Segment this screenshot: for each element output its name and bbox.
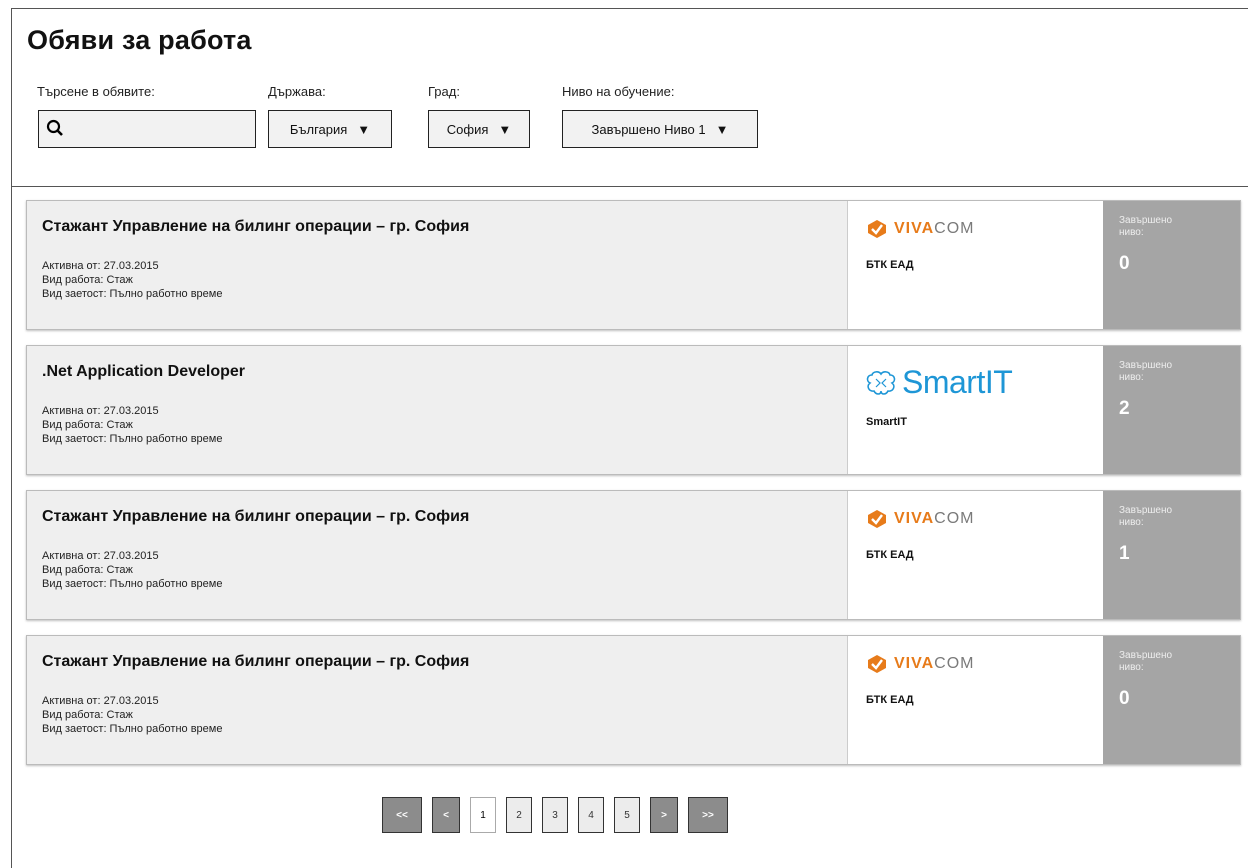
job-card[interactable]: Стажант Управление на билинг операции – … bbox=[26, 490, 1241, 620]
job-active-from: Активна от: 27.03.2015 bbox=[42, 405, 159, 417]
search-input[interactable] bbox=[69, 117, 253, 143]
smartit-logo-text: SmartIT bbox=[902, 364, 1013, 400]
vivacom-logo-text: VIVA bbox=[894, 510, 935, 527]
level-badge: Завършено ниво: 2 bbox=[1103, 346, 1240, 474]
job-meta: Активна от: 27.03.2015 Вид работа: Стаж … bbox=[42, 259, 222, 301]
job-employment: Вид заетост: Пълно работно време bbox=[42, 723, 223, 735]
job-employment: Вид заетост: Пълно работно време bbox=[42, 288, 223, 300]
search-box[interactable] bbox=[38, 110, 256, 148]
job-title[interactable]: Стажант Управление на билинг операции – … bbox=[42, 218, 469, 236]
pagination: << < 1 2 3 4 5 > >> bbox=[382, 797, 728, 833]
level-value: 2 bbox=[1119, 398, 1130, 419]
vivacom-logo-text-light: COM bbox=[934, 655, 975, 672]
vivacom-logo-text-light: COM bbox=[934, 510, 975, 527]
company-panel: SmartIT SmartIT bbox=[847, 346, 1103, 474]
vivacom-logo: VIVACOM bbox=[866, 509, 974, 529]
job-employment: Вид заетост: Пълно работно време bbox=[42, 433, 223, 445]
level-label: Завършено ниво: bbox=[1119, 505, 1173, 528]
company-panel: VIVACOM БТК ЕАД bbox=[847, 636, 1103, 764]
level-label: Завършено ниво: bbox=[1119, 215, 1173, 238]
country-label: Държава: bbox=[268, 84, 326, 99]
page-button-2[interactable]: 2 bbox=[506, 797, 532, 833]
vivacom-logo-text: VIVA bbox=[894, 655, 935, 672]
chevron-down-icon: ▼ bbox=[357, 121, 371, 137]
job-work-type: Вид работа: Стаж bbox=[42, 419, 133, 431]
level-value: 0 bbox=[1119, 688, 1130, 709]
chevron-down-icon: ▼ bbox=[715, 121, 729, 137]
page-button-1[interactable]: 1 bbox=[470, 797, 496, 833]
search-icon bbox=[46, 119, 63, 136]
city-dropdown-value: София bbox=[446, 121, 489, 137]
city-dropdown[interactable]: София ▼ bbox=[428, 110, 530, 148]
job-title[interactable]: Стажант Управление на билинг операции – … bbox=[42, 653, 469, 671]
education-dropdown-value: Завършено Ниво 1 bbox=[591, 121, 706, 137]
level-label: Завършено ниво: bbox=[1119, 360, 1173, 383]
job-card[interactable]: Стажант Управление на билинг операции – … bbox=[26, 200, 1241, 330]
country-dropdown[interactable]: България ▼ bbox=[268, 110, 392, 148]
prev-page-button[interactable]: < bbox=[432, 797, 460, 833]
country-dropdown-value: България bbox=[289, 121, 348, 137]
vivacom-check-icon bbox=[868, 220, 886, 238]
vivacom-logo-text-light: COM bbox=[934, 220, 975, 237]
page-title: Обяви за работа bbox=[27, 25, 252, 55]
job-card[interactable]: .Net Application Developer Активна от: 2… bbox=[26, 345, 1241, 475]
company-name: БТК ЕАД bbox=[866, 549, 914, 561]
company-panel: VIVACOM БТК ЕАД bbox=[847, 491, 1103, 619]
vivacom-logo: VIVACOM bbox=[866, 219, 974, 239]
first-page-button[interactable]: << bbox=[382, 797, 422, 833]
job-active-from: Активна от: 27.03.2015 bbox=[42, 695, 159, 707]
vivacom-logo-text: VIVA bbox=[894, 220, 935, 237]
company-name: БТК ЕАД bbox=[866, 259, 914, 271]
job-meta: Активна от: 27.03.2015 Вид работа: Стаж … bbox=[42, 404, 222, 446]
job-employment: Вид заетост: Пълно работно време bbox=[42, 578, 223, 590]
level-badge: Завършено ниво: 0 bbox=[1103, 201, 1240, 329]
level-value: 1 bbox=[1119, 543, 1130, 564]
page-button-4[interactable]: 4 bbox=[578, 797, 604, 833]
company-name: БТК ЕАД bbox=[866, 694, 914, 706]
job-work-type: Вид работа: Стаж bbox=[42, 274, 133, 286]
vivacom-check-icon bbox=[868, 655, 886, 673]
city-label: Град: bbox=[428, 84, 460, 99]
job-meta: Активна от: 27.03.2015 Вид работа: Стаж … bbox=[42, 549, 222, 591]
level-label: Завършено ниво: bbox=[1119, 650, 1173, 673]
job-active-from: Активна от: 27.03.2015 bbox=[42, 260, 159, 272]
company-panel: VIVACOM БТК ЕАД bbox=[847, 201, 1103, 329]
page-button-5[interactable]: 5 bbox=[614, 797, 640, 833]
chevron-down-icon: ▼ bbox=[498, 121, 512, 137]
brain-icon bbox=[866, 370, 896, 395]
next-page-button[interactable]: > bbox=[650, 797, 678, 833]
vivacom-logo: VIVACOM bbox=[866, 654, 974, 674]
company-name: SmartIT bbox=[866, 416, 907, 428]
job-title[interactable]: Стажант Управление на билинг операции – … bbox=[42, 508, 469, 526]
job-work-type: Вид работа: Стаж bbox=[42, 564, 133, 576]
job-meta: Активна от: 27.03.2015 Вид работа: Стаж … bbox=[42, 694, 222, 736]
level-value: 0 bbox=[1119, 253, 1130, 274]
education-label: Ниво на обучение: bbox=[562, 84, 675, 99]
level-badge: Завършено ниво: 1 bbox=[1103, 491, 1240, 619]
education-dropdown[interactable]: Завършено Ниво 1 ▼ bbox=[562, 110, 758, 148]
page-button-3[interactable]: 3 bbox=[542, 797, 568, 833]
job-active-from: Активна от: 27.03.2015 bbox=[42, 550, 159, 562]
vivacom-check-icon bbox=[868, 510, 886, 528]
job-card[interactable]: Стажант Управление на билинг операции – … bbox=[26, 635, 1241, 765]
job-work-type: Вид работа: Стаж bbox=[42, 709, 133, 721]
smartit-logo: SmartIT bbox=[864, 364, 1013, 401]
level-badge: Завършено ниво: 0 bbox=[1103, 636, 1240, 764]
search-label: Търсене в обявите: bbox=[37, 84, 155, 99]
last-page-button[interactable]: >> bbox=[688, 797, 728, 833]
job-title[interactable]: .Net Application Developer bbox=[42, 363, 245, 381]
